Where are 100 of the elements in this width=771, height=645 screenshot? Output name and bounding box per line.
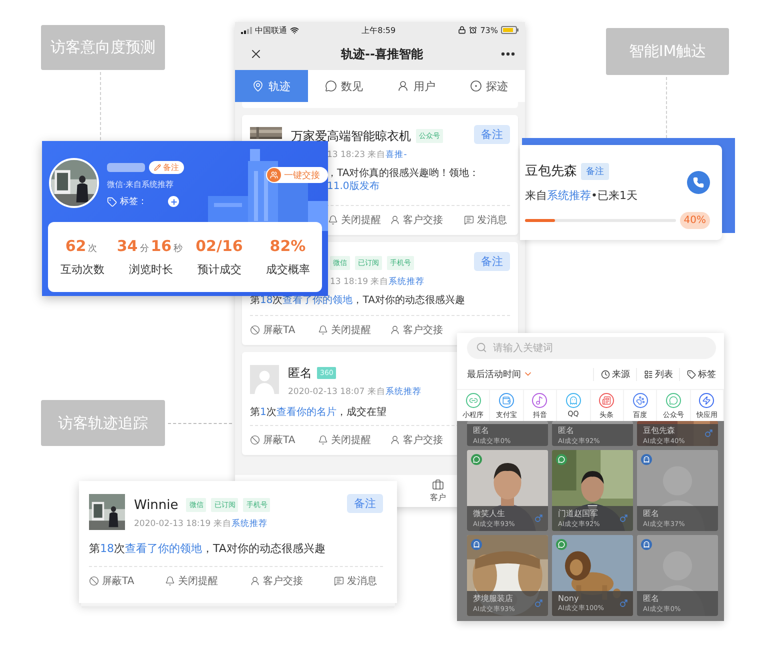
- battery-text: 73%: [480, 26, 498, 34]
- tab[interactable]: 轨迹: [235, 70, 308, 102]
- meta-text: 来自系统推荐•已来1天: [525, 188, 638, 203]
- nav-item[interactable]: 客户: [424, 475, 452, 507]
- visitor-name: 匿名: [643, 508, 660, 519]
- action-button[interactable]: 屏蔽TA: [89, 574, 134, 588]
- meta-text: 13 18:23 来自 喜推-: [327, 148, 407, 163]
- leader-line: [666, 77, 667, 138]
- leader-line: [168, 423, 232, 424]
- visitor-name: Winnie: [134, 498, 178, 512]
- meta-text: 2020-02-13 18:19 来自 系统推荐: [134, 517, 268, 532]
- clock-icon: [601, 370, 610, 378]
- blurred-name: [107, 163, 145, 172]
- activity-text: 第18次查看了你的领地，TA对你的动态很感兴趣: [89, 541, 326, 556]
- link[interactable]: 系统推荐: [385, 386, 422, 398]
- activity-text: 第1次查看你的名片，成交在望: [250, 406, 386, 419]
- search-icon: [476, 342, 487, 353]
- filter-button[interactable]: 来源: [593, 368, 630, 380]
- note-tag[interactable]: 备注: [581, 162, 609, 180]
- activity-text: ，TA对你真的很感兴趣哟！领地：: [327, 167, 480, 180]
- action-button[interactable]: 发消息: [334, 574, 377, 588]
- more-icon: [501, 52, 515, 56]
- contact-name: 豆包先森: [525, 163, 577, 180]
- stat-value: 62 次: [65, 237, 98, 255]
- filter-button[interactable]: 列表: [636, 368, 673, 380]
- pencil-icon: [154, 164, 161, 171]
- card-title: 匿名: [288, 364, 312, 382]
- battery-icon: [501, 26, 519, 34]
- block-icon: [89, 576, 99, 586]
- action-button[interactable]: 发消息: [464, 212, 507, 226]
- search-field[interactable]: 请输入关键词: [467, 337, 716, 359]
- window-title: 轨迹--喜推智能: [341, 46, 423, 62]
- link[interactable]: 系统推荐: [231, 518, 268, 530]
- leader-line: [100, 72, 101, 140]
- feature-label: 访客轨迹追踪: [41, 400, 165, 446]
- action-button[interactable]: 屏蔽TA: [250, 322, 296, 336]
- feature-label: 智能IM触达: [606, 28, 729, 75]
- action-button[interactable]: 关闭提醒: [318, 322, 371, 336]
- chat-icon: [324, 80, 337, 92]
- link[interactable]: 查看你的名片: [276, 407, 336, 418]
- meta-text: 2020-02-13 18:07 来自 系统推荐: [288, 385, 422, 400]
- alarm-icon: [469, 26, 478, 34]
- bell-icon: [328, 214, 338, 224]
- link[interactable]: 喜推-: [386, 149, 407, 161]
- stat-value: 02/16: [196, 237, 243, 255]
- list-icon: [644, 370, 653, 378]
- bell-icon: [318, 434, 328, 444]
- sort-dropdown[interactable]: 最后活动时间: [467, 368, 533, 380]
- more-button[interactable]: [501, 52, 515, 56]
- phone-icon: [693, 177, 704, 188]
- people-icon: [267, 168, 281, 182]
- meta-text: 13 18:19 来自 系统推荐: [330, 275, 425, 290]
- link[interactable]: 查看了你的领地: [125, 542, 202, 555]
- carrier-text: 中国联通: [255, 24, 287, 36]
- action-button[interactable]: 客户交接: [250, 574, 303, 588]
- action-button[interactable]: 客户交接: [390, 432, 443, 446]
- map-pin-icon: [252, 80, 264, 92]
- action-button[interactable]: 关闭提醒: [328, 212, 381, 226]
- message-icon: [334, 576, 344, 586]
- avatar-placeholder-icon: [250, 365, 279, 394]
- block-icon: [250, 324, 260, 334]
- tag-icon: [687, 370, 696, 378]
- action-button[interactable]: 客户交接: [390, 322, 443, 336]
- stat-value: 34 分 16 秒: [116, 237, 184, 255]
- stat-label: 成交概率: [266, 262, 310, 277]
- action-button[interactable]: 客户交接: [390, 212, 443, 226]
- filter-button[interactable]: 标签: [679, 368, 716, 380]
- target-icon: [470, 80, 482, 92]
- visitor-name: 微笑人生: [473, 508, 506, 519]
- signal-icon: [241, 26, 252, 34]
- user-icon: [390, 324, 400, 334]
- message-icon: [464, 214, 474, 224]
- feature-label: 访客意向度预测: [41, 25, 165, 70]
- visitor-name: 匿名: [643, 593, 660, 604]
- close-button[interactable]: [249, 47, 263, 61]
- action-button[interactable]: 关闭提醒: [318, 432, 371, 446]
- visitor-name: 豆包先森: [643, 424, 676, 436]
- wifi-icon: [290, 26, 299, 34]
- tag-label: 标签：: [120, 196, 147, 208]
- stat-label: 预计成交: [197, 262, 242, 277]
- stat-label: 浏览时长: [128, 262, 173, 277]
- call-button[interactable]: [687, 171, 710, 194]
- stat-value: 82%: [270, 237, 306, 255]
- card-title: 万家爱高端智能晾衣机: [291, 128, 411, 144]
- bell-icon: [318, 324, 328, 334]
- link[interactable]: 11.0版发布: [327, 181, 380, 192]
- briefcase-icon: [432, 479, 444, 491]
- tag-icon: [107, 196, 117, 206]
- visitor-name: 匿名: [558, 424, 575, 436]
- action-button[interactable]: 关闭提醒: [165, 574, 218, 588]
- visitor-name: Nony: [558, 594, 580, 603]
- action-button[interactable]: 屏蔽TA: [250, 432, 296, 446]
- percent-badge: 40%: [680, 212, 710, 229]
- bell-icon: [165, 576, 175, 586]
- source-text: 微信·来自系统推荐: [107, 179, 175, 190]
- lock-icon: [458, 26, 466, 34]
- link[interactable]: 系统推荐: [388, 276, 425, 288]
- link[interactable]: 系统推荐: [547, 189, 591, 202]
- user-icon: [390, 434, 400, 444]
- add-button[interactable]: [168, 196, 179, 207]
